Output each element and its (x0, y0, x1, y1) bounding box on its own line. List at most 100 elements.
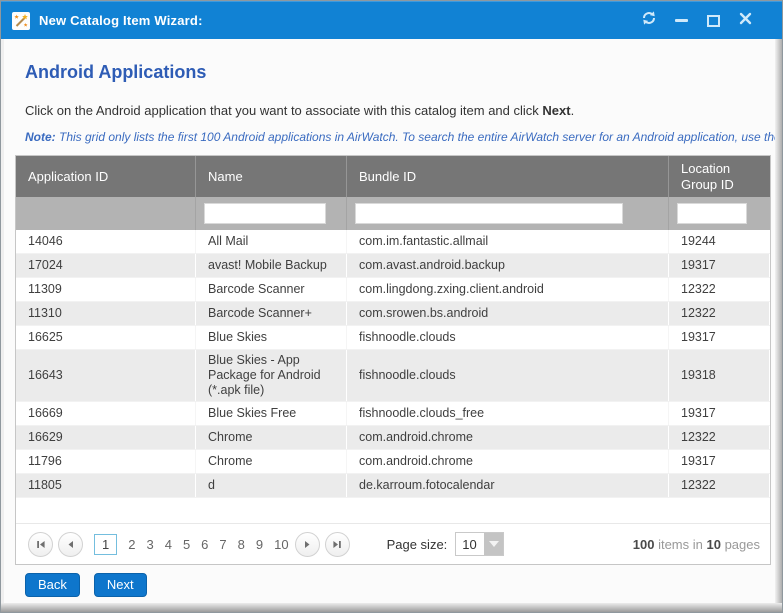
cell-name: Barcode Scanner+ (196, 302, 347, 325)
page-size-value: 10 (456, 533, 484, 555)
cell-name: Blue Skies Free (196, 402, 347, 425)
location-group-id-filter-input[interactable] (677, 203, 747, 224)
table-row[interactable]: 11310 Barcode Scanner+ com.srowen.bs.and… (16, 302, 770, 326)
cell-name: Blue Skies - App Package for Android (*.… (196, 350, 347, 401)
column-header-bundle-id[interactable]: Bundle ID (347, 156, 669, 197)
instruction-suffix: . (571, 103, 575, 118)
next-page-icon (303, 537, 311, 552)
pager: 1 2 3 4 5 6 7 8 9 10 (16, 523, 770, 564)
cell-application-id: 11805 (16, 474, 196, 497)
last-page-button[interactable] (325, 532, 350, 557)
cell-application-id: 16669 (16, 402, 196, 425)
table-row[interactable]: 16669 Blue Skies Free fishnoodle.clouds_… (16, 402, 770, 426)
name-filter-input[interactable] (204, 203, 326, 224)
cell-location-group-id: 19318 (669, 350, 770, 401)
instruction-prefix: Click on the Android application that yo… (25, 103, 542, 118)
page-number[interactable]: 2 (128, 537, 135, 552)
column-header-location-group-id[interactable]: Location Group ID (669, 156, 770, 197)
bundle-id-filter-input[interactable] (355, 203, 623, 224)
table-row[interactable]: 14046 All Mail com.im.fantastic.allmail … (16, 230, 770, 254)
location-group-id-filter-cell (669, 197, 770, 230)
title-bar: New Catalog Item Wizard: (1, 1, 782, 39)
window-border-right (775, 39, 782, 612)
cell-application-id: 16643 (16, 350, 196, 401)
cell-location-group-id: 19317 (669, 450, 770, 473)
last-page-icon (332, 537, 342, 552)
grid-filter-row (16, 197, 770, 230)
cell-bundle-id: fishnoodle.clouds (347, 326, 669, 349)
applications-grid: Application ID Name Bundle ID Location G… (15, 155, 771, 565)
cell-bundle-id: com.avast.android.backup (347, 254, 669, 277)
pages-suffix: pages (721, 537, 760, 552)
table-row[interactable]: 11309 Barcode Scanner com.lingdong.zxing… (16, 278, 770, 302)
items-count: 100 (633, 537, 655, 552)
table-row[interactable]: 16629 Chrome com.android.chrome 12322 (16, 426, 770, 450)
cell-location-group-id: 19317 (669, 402, 770, 425)
page-number[interactable]: 3 (146, 537, 153, 552)
page-number[interactable]: 5 (183, 537, 190, 552)
cell-bundle-id: com.android.chrome (347, 426, 669, 449)
cell-application-id: 16629 (16, 426, 196, 449)
window-border-bottom (1, 603, 782, 612)
table-row[interactable]: 16643 Blue Skies - App Package for Andro… (16, 350, 770, 402)
page-number[interactable]: 6 (201, 537, 208, 552)
next-button[interactable]: Next (94, 573, 147, 597)
page-number[interactable]: 4 (165, 537, 172, 552)
close-button[interactable] (736, 12, 754, 30)
cell-application-id: 14046 (16, 230, 196, 253)
page-number[interactable]: 9 (256, 537, 263, 552)
table-row[interactable]: 16625 Blue Skies fishnoodle.clouds 19317 (16, 326, 770, 350)
first-page-icon (36, 537, 46, 552)
cell-application-id: 11796 (16, 450, 196, 473)
cell-bundle-id: fishnoodle.clouds (347, 350, 669, 401)
cell-name: Chrome (196, 450, 347, 473)
cell-application-id: 16625 (16, 326, 196, 349)
chevron-down-icon (489, 541, 499, 547)
first-page-button[interactable] (28, 532, 53, 557)
back-button[interactable]: Back (25, 573, 80, 597)
column-header-application-id[interactable]: Application ID (16, 156, 196, 197)
close-icon (739, 12, 752, 30)
cell-name: Blue Skies (196, 326, 347, 349)
cell-name: Barcode Scanner (196, 278, 347, 301)
cell-location-group-id: 12322 (669, 278, 770, 301)
page-number-current[interactable]: 1 (94, 534, 117, 555)
cell-location-group-id: 19317 (669, 254, 770, 277)
page-number[interactable]: 8 (238, 537, 245, 552)
cell-application-id: 17024 (16, 254, 196, 277)
cell-bundle-id: de.karroum.fotocalendar (347, 474, 669, 497)
window-title: New Catalog Item Wizard: (39, 13, 203, 28)
previous-page-button[interactable] (58, 532, 83, 557)
page-title: Android Applications (25, 62, 775, 83)
cell-bundle-id: com.im.fantastic.allmail (347, 230, 669, 253)
table-row[interactable]: 11796 Chrome com.android.chrome 19317 (16, 450, 770, 474)
refresh-button[interactable] (640, 12, 658, 30)
maximize-button[interactable] (704, 12, 722, 30)
page-size-dropdown-button[interactable] (484, 533, 503, 555)
wizard-stars-icon (12, 12, 30, 30)
cell-location-group-id: 12322 (669, 474, 770, 497)
application-id-filter-cell (16, 197, 196, 230)
table-row[interactable]: 11805 d de.karroum.fotocalendar 12322 (16, 474, 770, 498)
minimize-icon (675, 19, 688, 22)
wizard-content: Android Applications Click on the Androi… (4, 39, 775, 603)
page-number[interactable]: 7 (219, 537, 226, 552)
page-size-select[interactable]: 10 (455, 532, 504, 556)
maximize-icon (707, 15, 720, 27)
page-number[interactable]: 10 (274, 537, 288, 552)
name-filter-cell (196, 197, 347, 230)
items-summary: 100 items in 10 pages (633, 537, 760, 552)
minimize-button[interactable] (672, 12, 690, 30)
cell-location-group-id: 12322 (669, 302, 770, 325)
table-row[interactable]: 17024 avast! Mobile Backup com.avast.and… (16, 254, 770, 278)
cell-application-id: 11310 (16, 302, 196, 325)
bundle-id-filter-cell (347, 197, 669, 230)
cell-bundle-id: fishnoodle.clouds_free (347, 402, 669, 425)
note-label: Note: (25, 130, 56, 144)
instruction-next-emphasis: Next (542, 103, 570, 118)
cell-name: d (196, 474, 347, 497)
wizard-window: New Catalog Item Wizard: (0, 0, 783, 613)
column-header-name[interactable]: Name (196, 156, 347, 197)
next-page-button[interactable] (295, 532, 320, 557)
wizard-footer: Back Next (25, 573, 775, 597)
